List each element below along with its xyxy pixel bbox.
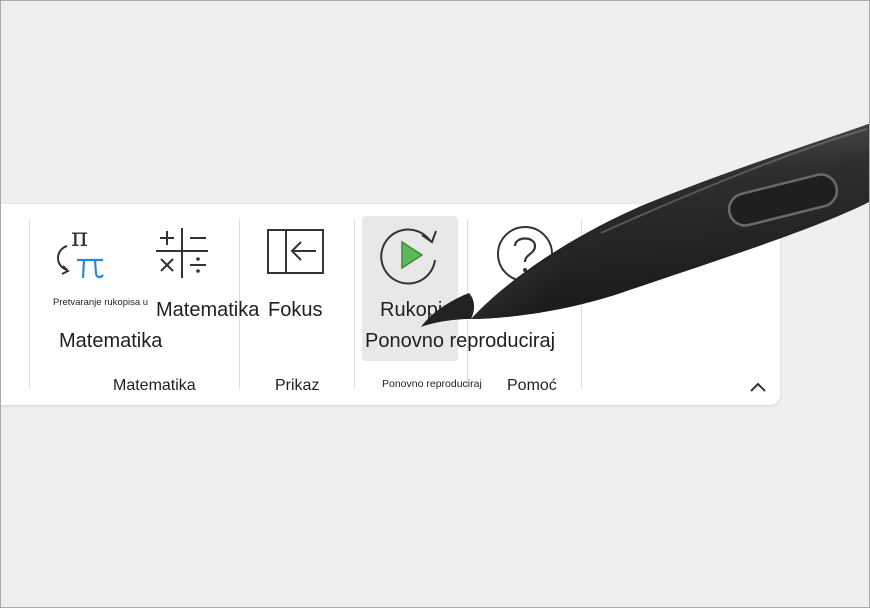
ribbon-separator bbox=[467, 219, 468, 389]
ink-to-math-icon: π bbox=[57, 224, 104, 279]
math-label: Matematika bbox=[156, 299, 260, 321]
group-label-view: Prikaz bbox=[275, 377, 320, 394]
ribbon-toolbar: π Pretvaranje rukopisa u Matematika Mate… bbox=[1, 204, 780, 405]
focus-icon bbox=[267, 229, 324, 274]
group-label-replay: Ponovno reproduciraj bbox=[382, 378, 482, 390]
ink-to-math-button[interactable]: π Pretvaranje rukopisa u Matematika bbox=[49, 216, 163, 361]
ribbon-separator bbox=[581, 219, 582, 389]
group-label-math: Matematika bbox=[113, 377, 196, 394]
ribbon-separator bbox=[29, 219, 30, 389]
help-button[interactable] bbox=[489, 216, 569, 336]
ink-to-math-label-2: Matematika bbox=[59, 330, 163, 352]
screenshot-frame: π Pretvaranje rukopisa u Matematika Mate… bbox=[0, 0, 870, 608]
svg-text:π: π bbox=[71, 224, 88, 253]
ink-replay-label: Rukopis bbox=[380, 299, 453, 321]
replay-icon bbox=[380, 228, 437, 285]
help-icon bbox=[497, 226, 553, 282]
focus-button[interactable]: Fokus bbox=[261, 216, 341, 336]
group-label-help: Pomoć bbox=[507, 377, 557, 394]
ribbon-separator bbox=[354, 219, 355, 389]
ink-replay-button[interactable]: Rukopis Ponovno reproduciraj bbox=[362, 216, 555, 361]
chevron-up-icon[interactable] bbox=[747, 376, 769, 398]
math-button[interactable]: Matematika bbox=[154, 216, 264, 336]
math-operators-icon bbox=[156, 228, 208, 278]
ink-to-math-label: Pretvaranje rukopisa u bbox=[53, 297, 149, 308]
focus-label: Fokus bbox=[268, 299, 323, 321]
